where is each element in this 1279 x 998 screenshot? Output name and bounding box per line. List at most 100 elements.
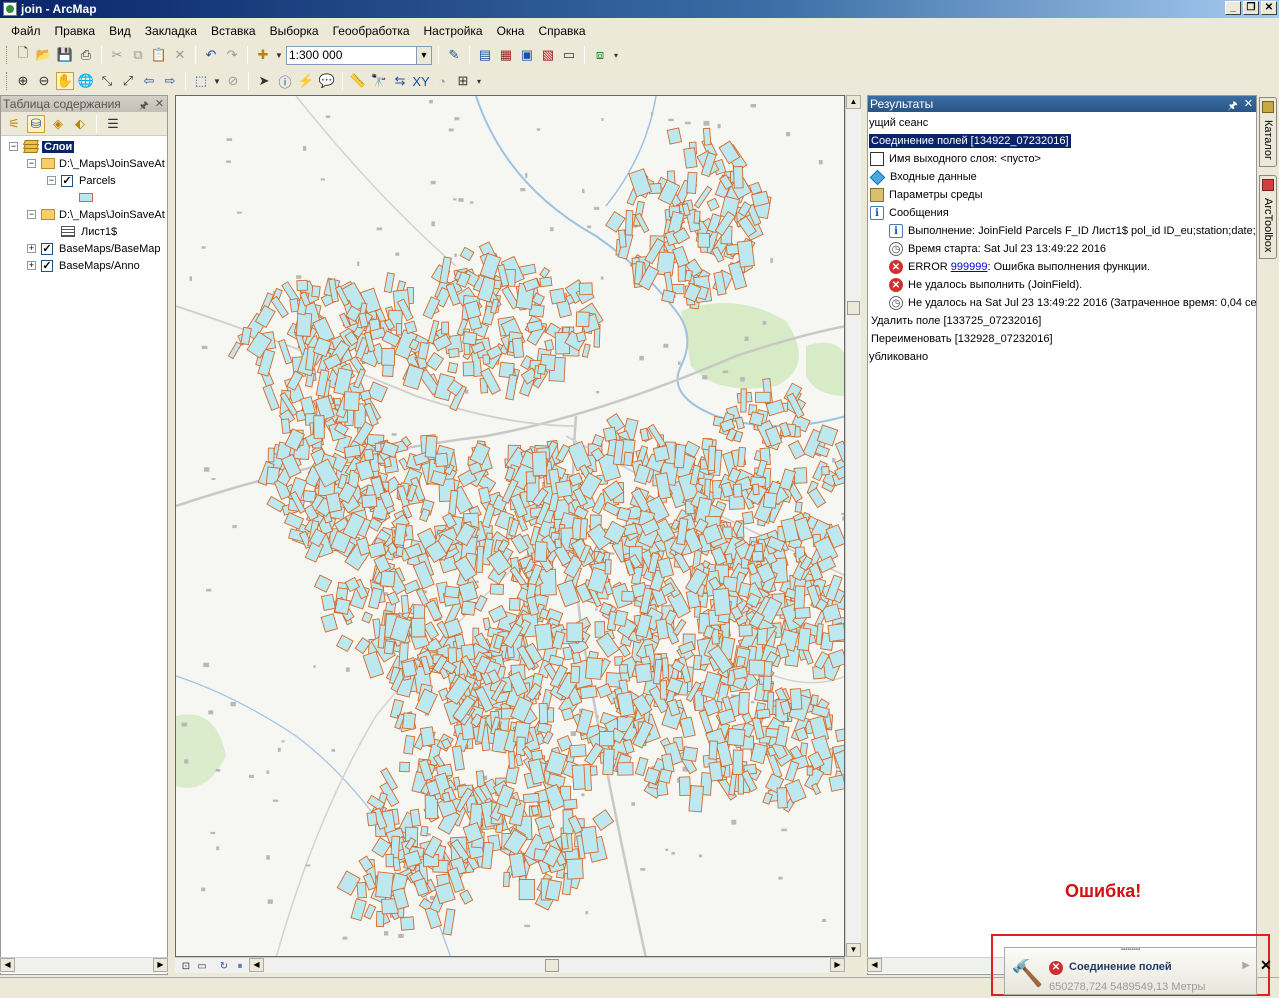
measure-icon[interactable]: 📏 — [349, 72, 367, 90]
menu-help[interactable]: Справка — [531, 24, 592, 38]
scroll-down-icon[interactable]: ▼ — [846, 943, 861, 957]
list-by-source-icon[interactable]: ⛁ — [27, 114, 45, 133]
time-slider-icon[interactable]: ◔ — [433, 72, 451, 90]
restore-button[interactable]: ❐ — [1243, 1, 1259, 15]
toolbar-options-icon[interactable]: ▾ — [612, 46, 620, 64]
env-row[interactable]: Параметры среды — [868, 186, 1256, 204]
print-icon[interactable]: ⎙ — [77, 46, 95, 64]
tab-catalog[interactable]: Каталог — [1259, 97, 1277, 167]
minimize-button[interactable]: _ — [1225, 1, 1241, 15]
editor-icon[interactable]: ✎ — [445, 46, 463, 64]
collapse-icon[interactable]: − — [47, 176, 56, 185]
add-data-icon[interactable]: ✚ — [254, 46, 272, 64]
scroll-left-icon[interactable]: ◀ — [249, 958, 264, 972]
visibility-checkbox[interactable]: ✓ — [61, 174, 73, 187]
tool-result-row[interactable]: Переименовать [132928_07232016] — [868, 330, 1256, 348]
redo-icon[interactable]: ↷ — [223, 46, 241, 64]
clear-selection-icon[interactable]: ⊘ — [224, 72, 242, 90]
inputs-row[interactable]: Входные данные — [868, 168, 1256, 186]
catalog-window-icon[interactable]: ▦ — [497, 46, 515, 64]
chevron-right-icon[interactable]: ▶ — [1242, 960, 1250, 971]
undo-icon[interactable]: ↶ — [202, 46, 220, 64]
message-item[interactable]: i Выполнение: JoinField Parcels F_ID Лис… — [868, 222, 1256, 240]
fixed-zoom-out-icon[interactable]: ⤢ — [119, 72, 137, 90]
shared-row[interactable]: убликовано — [868, 348, 1256, 366]
message-item[interactable]: ◷ Время старта: Sat Jul 23 13:49:22 2016 — [868, 240, 1256, 258]
visibility-checkbox[interactable]: ✓ — [41, 259, 53, 272]
menu-view[interactable]: Вид — [102, 24, 138, 38]
scroll-left-icon[interactable]: ◀ — [0, 958, 15, 972]
create-viewer-icon[interactable]: ⊞ — [454, 72, 472, 90]
list-by-visibility-icon[interactable]: ◈ — [49, 115, 67, 133]
map-canvas[interactable] — [176, 96, 845, 957]
expand-icon[interactable]: + — [27, 261, 36, 270]
menu-edit[interactable]: Правка — [48, 24, 103, 38]
toc-hscroll[interactable]: ◀ ▶ — [0, 957, 168, 973]
collapse-icon[interactable]: − — [27, 159, 36, 168]
scale-combo[interactable]: 1:300 000 ▼ — [286, 45, 432, 65]
menu-windows[interactable]: Окна — [490, 24, 532, 38]
tool-result-row[interactable]: Соединение полей [134922_07232016] — [868, 132, 1256, 150]
hyperlink-icon[interactable]: ⚡ — [297, 72, 315, 90]
scroll-left-icon[interactable]: ◀ — [867, 958, 882, 972]
tree-item-source-2[interactable]: − D:\_Maps\JoinSaveAt — [1, 206, 167, 223]
scroll-thumb[interactable] — [847, 301, 860, 315]
message-item[interactable]: ◷ Не удалось на Sat Jul 23 13:49:22 2016… — [868, 294, 1256, 312]
close-icon[interactable]: ✕ — [1260, 957, 1272, 974]
select-features-icon[interactable]: ⬚ — [192, 72, 210, 90]
tree-item-parcels[interactable]: − ✓ Parcels — [1, 172, 167, 189]
menu-customize[interactable]: Настройка — [417, 24, 490, 38]
options-icon[interactable]: ☰ — [104, 115, 122, 133]
find-route-icon[interactable]: ⇆ — [391, 72, 409, 90]
menu-selection[interactable]: Выборка — [263, 24, 326, 38]
tree-item-source-1[interactable]: − D:\_Maps\JoinSaveAt — [1, 155, 167, 172]
notification-title[interactable]: Соединение полей — [1069, 961, 1172, 973]
close-button[interactable]: ✕ — [1261, 1, 1277, 15]
expand-icon[interactable]: + — [27, 244, 36, 253]
close-icon[interactable]: ✕ — [155, 97, 164, 116]
cut-icon[interactable]: ✂ — [108, 46, 126, 64]
tree-item-basemap[interactable]: + ✓ BaseMaps/BaseMap — [1, 240, 167, 257]
python-window-icon[interactable]: ▭ — [560, 46, 578, 64]
tree-root[interactable]: − Слои — [1, 138, 167, 155]
message-item[interactable]: ✕ Не удалось выполнить (JoinField). — [868, 276, 1256, 294]
menu-file[interactable]: Файл — [4, 24, 48, 38]
list-by-selection-icon[interactable]: ⬖ — [71, 115, 89, 133]
pin-icon[interactable]: 🖈 — [139, 97, 149, 116]
toc-window-icon[interactable]: ▤ — [476, 46, 494, 64]
open-icon[interactable]: 📂 — [35, 46, 53, 64]
output-layer-row[interactable]: Имя выходного слоя: <пусто> — [868, 150, 1256, 168]
zoom-in-icon[interactable]: ⊕ — [14, 72, 32, 90]
parcel-symbol[interactable] — [79, 193, 93, 202]
tree-item-anno[interactable]: + ✓ BaseMaps/Anno — [1, 257, 167, 274]
tree-item-table[interactable]: Лист1$ — [1, 223, 167, 240]
message-item[interactable]: ✕ ERROR 999999: Ошибка выполнения функци… — [868, 258, 1256, 276]
menu-geoprocessing[interactable]: Геообработка — [326, 24, 417, 38]
tab-arctoolbox[interactable]: ArcToolbox — [1259, 175, 1277, 260]
search-window-icon[interactable]: ▣ — [518, 46, 536, 64]
back-icon[interactable]: ⇦ — [140, 72, 158, 90]
toolbar-options-icon[interactable]: ▾ — [475, 72, 483, 90]
scroll-right-icon[interactable]: ▶ — [830, 958, 845, 972]
map-view[interactable] — [175, 95, 845, 957]
model-builder-icon[interactable]: ⧈ — [591, 46, 609, 64]
toolbar-grip[interactable] — [6, 46, 9, 64]
html-popup-icon[interactable]: 💬 — [318, 72, 336, 90]
full-extent-icon[interactable]: 🌐 — [77, 72, 95, 90]
collapse-icon[interactable]: − — [9, 142, 18, 151]
select-elements-icon[interactable]: ➤ — [255, 72, 273, 90]
map-hscroll[interactable]: ⊡ ▭ ↻ ⏸ ◀ ▶ — [175, 957, 845, 973]
new-icon[interactable]: 🗋 — [14, 45, 32, 64]
chevron-down-icon[interactable]: ▼ — [416, 46, 431, 64]
messages-row[interactable]: i Сообщения — [868, 204, 1256, 222]
list-by-drawing-order-icon[interactable]: ⚟ — [5, 115, 23, 133]
toolbar-grip[interactable] — [6, 72, 9, 90]
identify-icon[interactable]: ⓘ — [276, 72, 294, 90]
chevron-down-icon[interactable]: ▼ — [275, 46, 283, 64]
paste-icon[interactable]: 📋 — [150, 46, 168, 64]
menu-bookmarks[interactable]: Закладка — [138, 24, 204, 38]
zoom-out-icon[interactable]: ⊖ — [35, 72, 53, 90]
session-row[interactable]: ущий сеанс — [868, 114, 1256, 132]
layout-view-icon[interactable]: ▭ — [193, 957, 211, 975]
pan-icon[interactable]: ✋ — [56, 72, 74, 90]
